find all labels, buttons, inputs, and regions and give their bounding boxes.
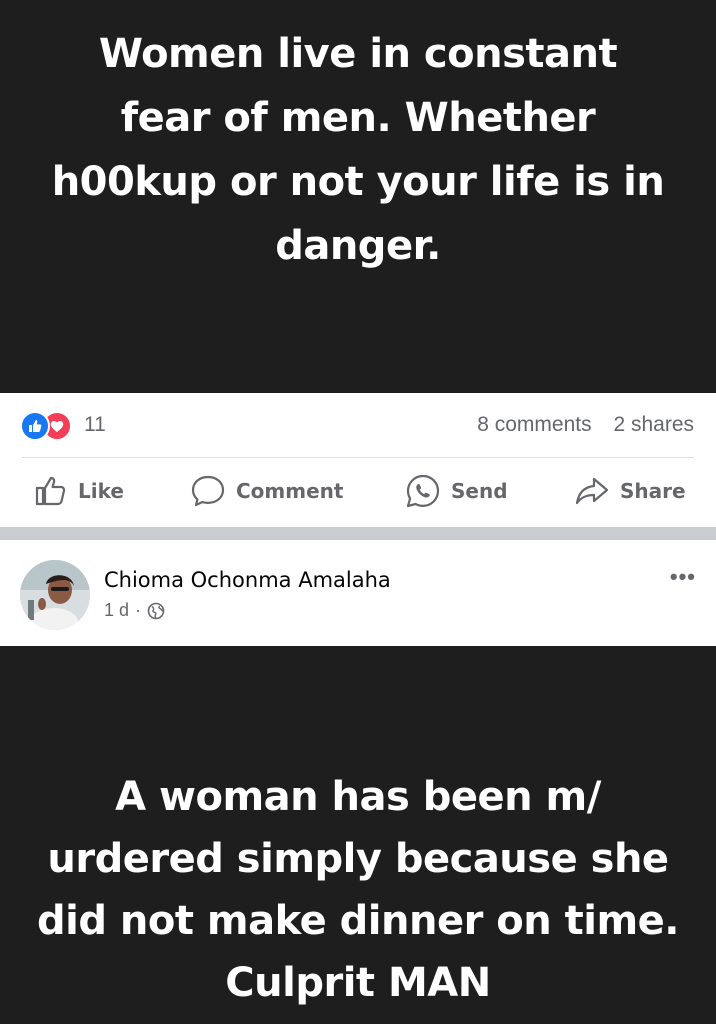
send-label: Send: [451, 479, 508, 503]
comment-bubble-icon: [191, 475, 225, 507]
avatar[interactable]: [20, 560, 90, 630]
facebook-feed: Women live in constant fear of men. Whet…: [0, 0, 716, 1024]
post-header: Chioma Ochonma Amalaha 1 d · •••: [0, 540, 716, 646]
post-timestamp[interactable]: 1 d: [104, 600, 129, 621]
comments-count-link[interactable]: 8 comments: [477, 413, 591, 436]
post-image-caption: Women live in constant fear of men. Whet…: [51, 31, 665, 269]
feed-separator: [0, 524, 716, 540]
share-arrow-icon: [575, 477, 609, 505]
share-label: Share: [620, 479, 686, 503]
reactions-summary-row: 11 8 comments 2 shares: [0, 393, 716, 457]
post-action-bar: Like Comment Send Share: [0, 458, 716, 524]
thumbs-up-icon: [35, 476, 66, 506]
send-button[interactable]: Send: [405, 474, 508, 508]
like-button[interactable]: Like: [34, 474, 124, 508]
shares-count-link[interactable]: 2 shares: [613, 413, 694, 436]
comment-label: Comment: [236, 479, 344, 503]
post-image-text-card[interactable]: Women live in constant fear of men. Whet…: [0, 0, 716, 393]
post-image-text-card[interactable]: A woman has been m/ urdered simply becau…: [0, 646, 716, 1024]
engagement-counts: 8 comments 2 shares: [477, 413, 694, 437]
meta-separator: ·: [135, 600, 142, 620]
comment-button[interactable]: Comment: [190, 474, 343, 508]
reaction-count[interactable]: 11: [84, 413, 106, 437]
post-meta: 1 d ·: [104, 600, 165, 621]
reaction-icons[interactable]: [20, 411, 80, 441]
more-options-button[interactable]: •••: [670, 564, 696, 590]
globe-icon: [147, 602, 165, 619]
whatsapp-icon: [406, 474, 440, 508]
like-reaction-icon: [20, 411, 50, 441]
share-button[interactable]: Share: [574, 474, 686, 508]
author-name[interactable]: Chioma Ochonma Amalaha: [104, 568, 391, 592]
post-image-caption: A woman has been m/ urdered simply becau…: [37, 774, 679, 1006]
like-label: Like: [78, 479, 124, 503]
